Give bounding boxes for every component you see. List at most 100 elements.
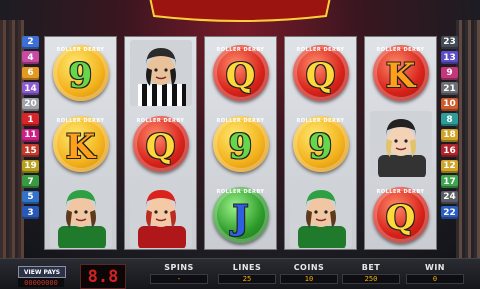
green-skater-icon: [289, 181, 352, 248]
symbol-letter: 9: [228, 126, 253, 167]
coin-ring-text: ROLLER DERBY: [136, 117, 185, 124]
coin-symbol-q: ROLLER DERBY Q: [132, 115, 189, 172]
payline-indicators-left: 2 4 6 14 20 1 11 15 19 7 5 3: [22, 36, 39, 222]
coins-value: 10: [280, 274, 338, 284]
reels-area: ROLLER DERBY 9 ROLLER DERBY K ROLLER DERBY Q R…: [44, 36, 437, 250]
coins-stat[interactable]: COINS 10: [280, 263, 338, 284]
payline-indicators-right: 23 13 9 21 10 8 18 16 12 17 24 22: [441, 36, 458, 222]
red-skater-icon: [129, 181, 192, 248]
green-skater-icon: [49, 181, 112, 248]
reel-5: ROLLER DERBY K ROLLER DERBY Q: [364, 36, 437, 250]
reel-5-symbol-1: ROLLER DERBY K: [365, 37, 436, 108]
symbol-letter: 9: [308, 126, 333, 167]
reel-3-symbol-3: ROLLER DERBY J: [205, 179, 276, 250]
spins-label: SPINS: [164, 263, 194, 272]
payline-right-17[interactable]: 17: [441, 175, 458, 189]
coin-ring-text: ROLLER DERBY: [376, 46, 425, 53]
coin-symbol-k: ROLLER DERBY K: [372, 44, 429, 101]
coin-symbol-9: ROLLER DERBY 9: [52, 44, 109, 101]
payline-right-21[interactable]: 21: [441, 82, 458, 96]
crowd-left: [0, 20, 24, 258]
bet-stat[interactable]: BET 250: [342, 263, 400, 284]
coin-symbol-j: ROLLER DERBY J: [212, 186, 269, 243]
payline-left-5[interactable]: 5: [22, 190, 39, 204]
payline-left-2[interactable]: 2: [22, 36, 39, 49]
led-display: 8.8: [80, 264, 126, 289]
payline-right-12[interactable]: 12: [441, 159, 458, 173]
coin-ring-text: ROLLER DERBY: [56, 117, 105, 124]
view-pays-button[interactable]: VIEW PAYS: [18, 266, 66, 278]
payline-right-9[interactable]: 9: [441, 66, 458, 80]
coin-symbol-k: ROLLER DERBY K: [52, 115, 109, 172]
coin-ring-text: ROLLER DERBY: [56, 46, 105, 53]
reel-5-symbol-2: [365, 108, 436, 179]
reel-2: ROLLER DERBY Q: [124, 36, 197, 250]
coin-symbol-9: ROLLER DERBY 9: [212, 115, 269, 172]
symbol-letter: K: [385, 55, 416, 96]
payline-right-8[interactable]: 8: [441, 113, 458, 127]
payline-left-14[interactable]: 14: [22, 82, 39, 96]
payline-right-18[interactable]: 18: [441, 128, 458, 142]
win-value: 0: [406, 274, 464, 284]
crowd-right: [456, 20, 480, 258]
symbol-letter: Q: [385, 197, 416, 238]
lines-stat[interactable]: LINES 25: [218, 263, 276, 284]
payline-left-6[interactable]: 6: [22, 66, 39, 80]
payline-left-7[interactable]: 7: [22, 175, 39, 189]
payline-left-3[interactable]: 3: [22, 206, 39, 220]
payline-right-13[interactable]: 13: [441, 51, 458, 65]
coin-ring-text: ROLLER DERBY: [216, 117, 265, 124]
credit-counter: 00000000: [18, 278, 64, 287]
payline-left-15[interactable]: 15: [22, 144, 39, 158]
coins-label: COINS: [293, 263, 325, 272]
reel-4-symbol-1: ROLLER DERBY Q: [285, 37, 356, 108]
reel-2-symbol-2: ROLLER DERBY Q: [125, 108, 196, 179]
coin-symbol-q: ROLLER DERBY Q: [212, 44, 269, 101]
coin-ring-text: ROLLER DERBY: [296, 117, 345, 124]
payline-right-23[interactable]: 23: [441, 36, 458, 49]
control-panel: VIEW PAYS 00000000 8.8 SPINS - LINES 25 …: [0, 258, 480, 289]
reel-4-symbol-3: [285, 179, 356, 250]
payline-left-1[interactable]: 1: [22, 113, 39, 127]
lines-value: 25: [218, 274, 276, 284]
coin-symbol-q: ROLLER DERBY Q: [292, 44, 349, 101]
spins-value: -: [150, 274, 208, 284]
payline-left-4[interactable]: 4: [22, 51, 39, 65]
spins-stat[interactable]: SPINS -: [150, 263, 208, 284]
payline-left-19[interactable]: 19: [22, 159, 39, 173]
reel-3-symbol-2: ROLLER DERBY 9: [205, 108, 276, 179]
reel-4: ROLLER DERBY Q ROLLER DERBY 9: [284, 36, 357, 250]
reel-5-symbol-3: ROLLER DERBY Q: [365, 179, 436, 250]
symbol-letter: 9: [68, 55, 93, 96]
payline-right-16[interactable]: 16: [441, 144, 458, 158]
bet-label: BET: [361, 263, 381, 272]
referee-icon: [129, 39, 192, 106]
game-logo: [138, 0, 342, 26]
reel-4-symbol-2: ROLLER DERBY 9: [285, 108, 356, 179]
lines-label: LINES: [232, 263, 262, 272]
symbol-letter: Q: [145, 126, 176, 167]
bet-value: 250: [342, 274, 400, 284]
coin-ring-text: ROLLER DERBY: [296, 46, 345, 53]
reel-1-symbol-2: ROLLER DERBY K: [45, 108, 116, 179]
win-stat: WIN 0: [406, 263, 464, 284]
payline-left-11[interactable]: 11: [22, 128, 39, 142]
payline-right-24[interactable]: 24: [441, 190, 458, 204]
coin-ring-text: ROLLER DERBY: [216, 188, 265, 195]
coin-symbol-q: ROLLER DERBY Q: [372, 186, 429, 243]
reel-1-symbol-3: [45, 179, 116, 250]
reel-1: ROLLER DERBY 9 ROLLER DERBY K: [44, 36, 117, 250]
symbol-letter: Q: [305, 55, 336, 96]
payline-right-10[interactable]: 10: [441, 97, 458, 111]
symbol-letter: Q: [225, 55, 256, 96]
symbol-letter: K: [65, 126, 96, 167]
coin-symbol-9: ROLLER DERBY 9: [292, 115, 349, 172]
payline-left-20[interactable]: 20: [22, 97, 39, 111]
reel-1-symbol-1: ROLLER DERBY 9: [45, 37, 116, 108]
reel-3-symbol-1: ROLLER DERBY Q: [205, 37, 276, 108]
coin-ring-text: ROLLER DERBY: [216, 46, 265, 53]
coin-ring-text: ROLLER DERBY: [376, 188, 425, 195]
reel-3: ROLLER DERBY Q ROLLER DERBY 9 ROLLER DERBY J: [204, 36, 277, 250]
logo-frame-icon: [149, 0, 331, 22]
payline-right-22[interactable]: 22: [441, 206, 458, 220]
